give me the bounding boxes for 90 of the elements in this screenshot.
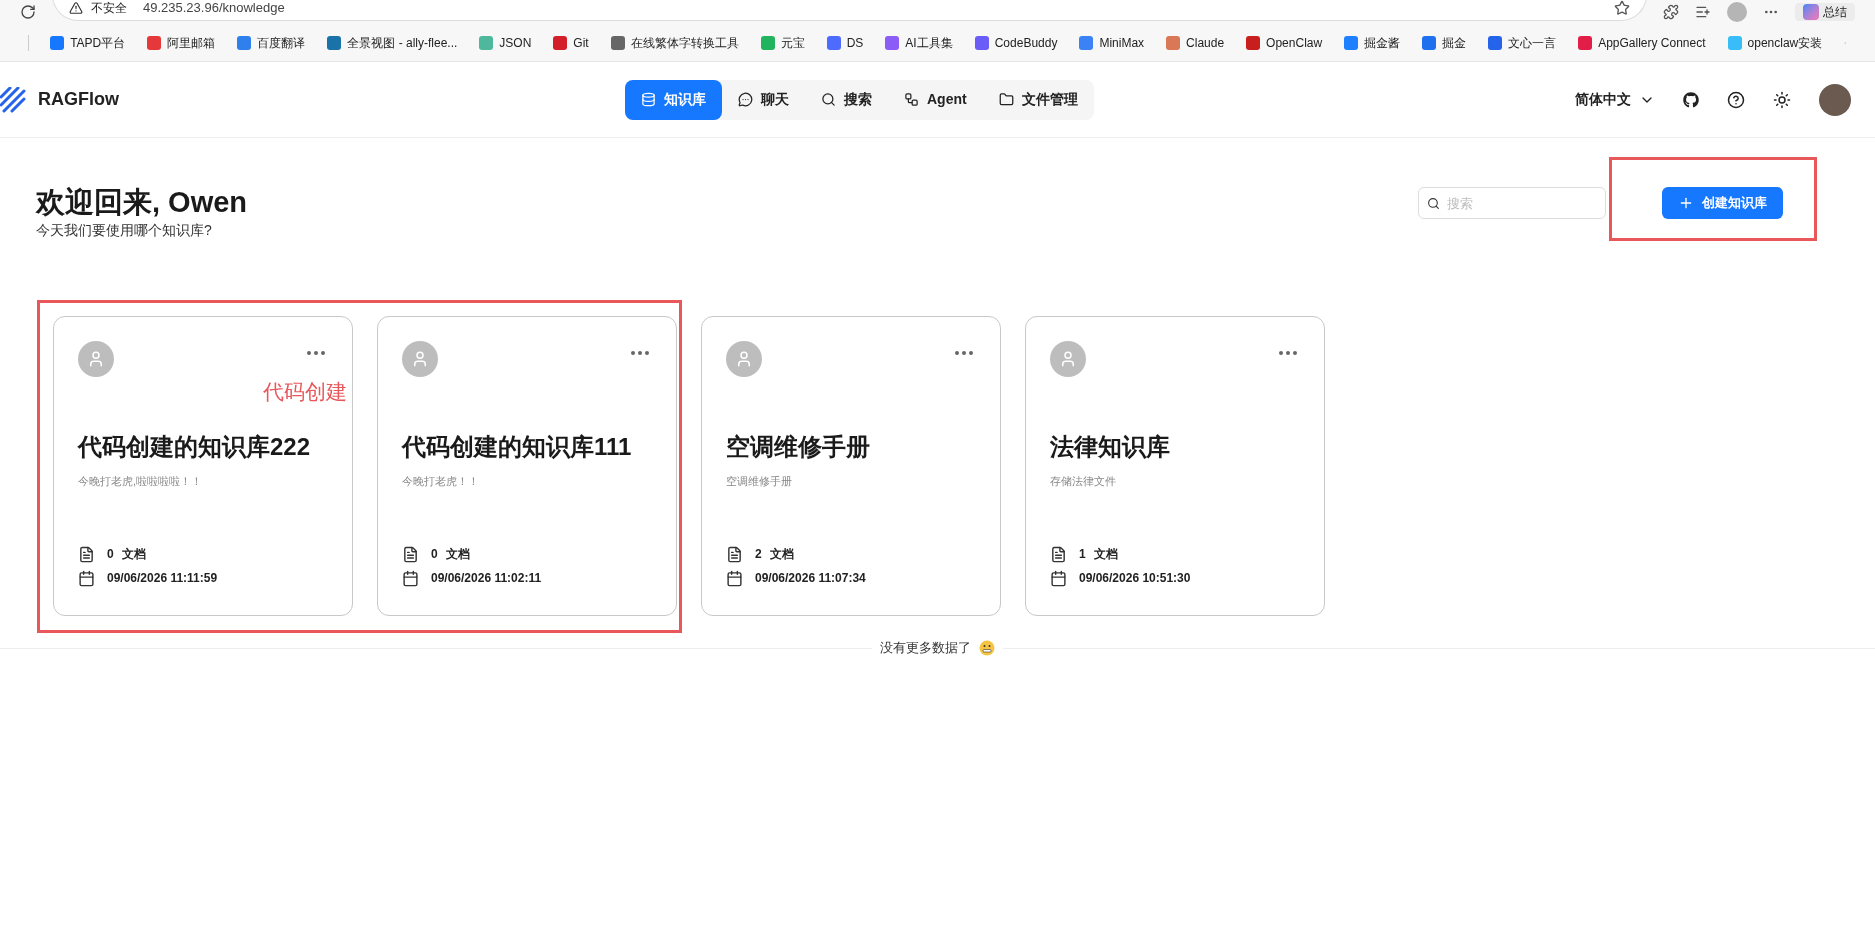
card-title: 代码创建的知识库222 [78, 431, 312, 462]
avatar-icon [1050, 341, 1086, 378]
end-of-list-text: 没有更多数据了 [880, 639, 971, 658]
created-time: 09/06/2026 11:07:34 [755, 570, 866, 588]
help-icon[interactable] [1727, 90, 1745, 109]
database-icon [641, 92, 656, 107]
welcome-title: 欢迎回来, Owen [36, 185, 248, 220]
search-icon [821, 92, 836, 107]
reload-icon[interactable] [20, 4, 36, 20]
card-description: 今晚打老虎,啦啦啦啦！！ [78, 473, 204, 489]
search-icon [1427, 197, 1440, 210]
bookmark[interactable]: 在线繁体字转换工具 [610, 33, 739, 52]
document-icon [78, 545, 95, 563]
search-field[interactable]: 搜索 [1418, 187, 1606, 219]
language-select[interactable]: 简体中文 [1575, 89, 1655, 110]
face-icon [979, 640, 995, 656]
folder-icon [998, 92, 1014, 107]
bookmark[interactable]: MiniMax [1079, 33, 1145, 52]
document-icon [1050, 545, 1067, 563]
chat-bubble-icon [738, 92, 753, 107]
bookmark[interactable]: 掘金酱 [1344, 33, 1401, 52]
url-text: 49.235.23.96/knowledge [143, 0, 285, 18]
bookmark[interactable]: 掘金 [1422, 33, 1467, 52]
created-time: 09/06/2026 10:51:30 [1079, 570, 1191, 588]
bookmark[interactable]: 阿里邮箱 [147, 33, 216, 52]
annotation-note: 代码创建 [263, 379, 347, 406]
document-label: 文档 [445, 546, 470, 564]
security-label: 不安全 [91, 0, 127, 17]
card-description: 存储法律文件 [1050, 473, 1117, 489]
logo-icon [0, 86, 26, 113]
welcome-subtitle: 今天我们要使用哪个知识库? [36, 221, 213, 241]
avatar-icon [402, 341, 438, 378]
nav-tab[interactable]: 知识库 [625, 79, 722, 120]
avatar-icon [78, 341, 114, 378]
bookmark[interactable]: 文心一言 [1488, 33, 1557, 52]
document-label: 文档 [121, 546, 146, 564]
bookmark[interactable]: AI工具集 [885, 33, 953, 52]
extensions-icon[interactable] [1663, 4, 1679, 20]
document-count: 2 [755, 546, 762, 564]
document-label: 文档 [1093, 546, 1118, 564]
favorites-icon[interactable] [1695, 4, 1711, 20]
knowledge-card[interactable]: 法律知识库 存储法律文件 1 文档 09/06/2026 10:51:30 [1025, 316, 1325, 617]
card-title: 空调维修手册 [726, 431, 871, 462]
document-icon [726, 545, 743, 563]
create-button[interactable]: 创建知识库 [1662, 187, 1783, 219]
warning-icon [69, 1, 83, 15]
plus-icon [1678, 195, 1694, 211]
nav-tab[interactable]: 聊天 [722, 79, 805, 120]
document-label: 文档 [769, 546, 794, 564]
bookmark[interactable]: OpenClaw [1246, 33, 1323, 52]
knowledge-card[interactable]: 代码创建的知识库111 今晚打老虎！！ 0 文档 09/06/2026 11:02:11 [377, 316, 677, 617]
calendar-icon [402, 569, 419, 587]
document-icon [402, 545, 419, 563]
bookmark[interactable]: openclaw安装 [1727, 33, 1823, 52]
document-count: 1 [1079, 546, 1086, 564]
calendar-icon [78, 569, 95, 587]
brand-name: RAGFlow [38, 88, 119, 111]
card-title: 法律知识库 [1050, 431, 1171, 462]
copilot-icon [1803, 4, 1819, 20]
user-avatar[interactable] [1819, 83, 1851, 116]
address-bar[interactable]: 不安全 49.235.23.96/knowledge [52, 0, 1647, 21]
card-description: 今晚打老虎！！ [402, 473, 480, 489]
bookmark[interactable]: DS [826, 33, 864, 52]
nav-tab[interactable]: 搜索 [805, 79, 888, 120]
calendar-icon [726, 569, 743, 587]
github-icon[interactable] [1683, 91, 1699, 108]
avatar-icon [726, 341, 762, 378]
sun-icon[interactable] [1773, 90, 1791, 109]
bookmark[interactable]: 元宝 [760, 33, 805, 52]
bookmark[interactable]: CodeBuddy [974, 33, 1058, 52]
created-time: 09/06/2026 11:02:11 [431, 570, 542, 588]
document-count: 0 [431, 546, 438, 564]
bookmark[interactable]: JSON [479, 33, 532, 52]
nodes-icon [904, 92, 919, 107]
document-count: 0 [107, 546, 114, 564]
card-description: 空调维修手册 [726, 473, 793, 489]
calendar-icon [1050, 569, 1067, 587]
bookmark[interactable]: TAPD平台 [50, 33, 126, 52]
bookmark[interactable]: Claude [1166, 33, 1225, 52]
summary-button[interactable]: 总结 [1795, 3, 1855, 21]
nav-tab[interactable]: Agent [888, 79, 983, 120]
bookmark[interactable]: AppGallery Connect [1578, 33, 1706, 52]
knowledge-card[interactable]: 空调维修手册 空调维修手册 2 文档 09/06/2026 11:07:34 [701, 316, 1001, 617]
nav-tab[interactable]: 文件管理 [982, 79, 1094, 120]
bookmark[interactable]: 百度翻译 [237, 33, 306, 52]
bookmark[interactable]: 全景视图 - ally-flee... [327, 33, 458, 52]
star-icon[interactable] [1614, 0, 1630, 16]
created-time: 09/06/2026 11:11:59 [107, 570, 218, 588]
card-title: 代码创建的知识库111 [402, 431, 633, 462]
bookmark[interactable]: Git [553, 33, 589, 52]
